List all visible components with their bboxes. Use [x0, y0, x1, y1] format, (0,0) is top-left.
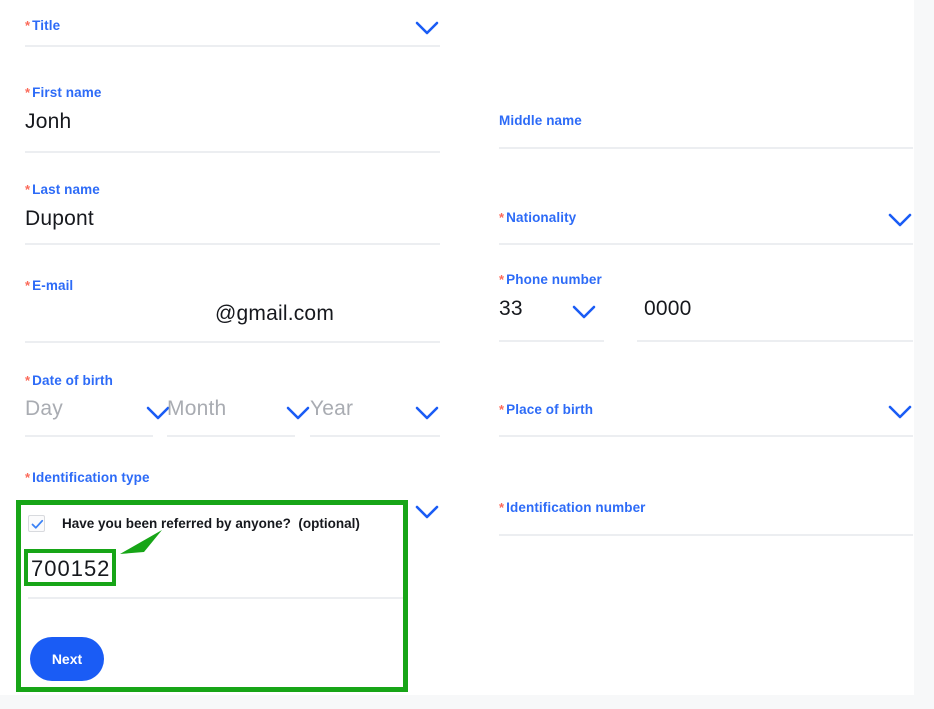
phone-country-code-underline: [499, 340, 604, 342]
field-identification-type[interactable]: *Identification type: [25, 470, 440, 520]
field-place-of-birth-label: *Place of birth: [499, 402, 593, 417]
field-email[interactable]: *E-mail @gmail.com: [25, 278, 440, 338]
field-nationality[interactable]: *Nationality: [499, 210, 913, 240]
field-phone-number-label: *Phone number: [499, 272, 602, 287]
field-date-of-birth-label: *Date of birth: [25, 373, 113, 388]
page-gutter-right: [914, 0, 934, 709]
field-last-name-label: *Last name: [25, 182, 100, 197]
phone-country-code-value[interactable]: 33: [499, 297, 523, 321]
required-marker: *: [25, 470, 30, 485]
field-first-name-label: *First name: [25, 85, 101, 100]
referral-checkbox[interactable]: [28, 515, 45, 532]
field-email-label: *E-mail: [25, 278, 73, 293]
dob-day-placeholder[interactable]: Day: [25, 397, 63, 421]
field-identification-number-underline: [499, 534, 913, 536]
field-identification-type-label: *Identification type: [25, 470, 150, 485]
referral-code-input-value[interactable]: 700152: [31, 556, 110, 582]
required-marker: *: [25, 182, 30, 197]
chevron-down-icon[interactable]: [887, 212, 913, 228]
chevron-down-icon[interactable]: [285, 405, 311, 421]
chevron-down-icon[interactable]: [414, 20, 440, 36]
field-phone-number: *Phone number 33 0000: [499, 272, 913, 332]
referral-optional-text: (optional): [298, 516, 359, 531]
field-place-of-birth-underline: [499, 435, 913, 437]
chevron-down-icon[interactable]: [887, 404, 913, 420]
field-nationality-underline: [499, 243, 913, 245]
referral-checkbox-label[interactable]: Have you been referred by anyone? (optio…: [62, 516, 360, 531]
field-first-name-value[interactable]: Jonh: [25, 110, 71, 134]
chevron-down-icon[interactable]: [414, 405, 440, 421]
required-marker: *: [499, 272, 504, 287]
field-place-of-birth[interactable]: *Place of birth: [499, 402, 913, 432]
chevron-down-icon[interactable]: [414, 504, 440, 520]
registration-form-page: *Title *First name Jonh Middle name *Las…: [0, 0, 934, 709]
required-marker: *: [25, 278, 30, 293]
field-date-of-birth: *Date of birth Day Month Year: [25, 373, 440, 433]
field-title-label: *Title: [25, 18, 60, 33]
referral-code-underline: [28, 597, 403, 599]
field-nationality-label: *Nationality: [499, 210, 576, 225]
phone-number-value[interactable]: 0000: [644, 297, 692, 321]
field-last-name[interactable]: *Last name Dupont: [25, 182, 440, 242]
referral-question-text: Have you been referred by anyone?: [62, 516, 291, 531]
field-identification-number-label: *Identification number: [499, 500, 646, 515]
field-first-name-underline: [25, 151, 440, 153]
field-identification-number[interactable]: *Identification number: [499, 500, 913, 530]
next-button[interactable]: Next: [30, 637, 104, 681]
dob-month-placeholder[interactable]: Month: [167, 397, 226, 421]
required-marker: *: [499, 402, 504, 417]
field-last-name-underline: [25, 243, 440, 245]
phone-number-underline: [637, 340, 913, 342]
chevron-down-icon[interactable]: [571, 304, 597, 320]
field-title[interactable]: *Title: [25, 18, 440, 48]
field-middle-name-label: Middle name: [499, 113, 582, 128]
required-marker: *: [25, 18, 30, 33]
check-icon: [31, 518, 44, 531]
dob-year-placeholder[interactable]: Year: [310, 397, 353, 421]
dob-day-underline: [25, 435, 153, 437]
required-marker: *: [499, 210, 504, 225]
field-title-underline: [25, 45, 440, 47]
field-middle-name[interactable]: Middle name: [499, 113, 913, 143]
page-gutter-bottom: [0, 695, 934, 709]
dob-year-underline: [310, 435, 440, 437]
dob-month-underline: [167, 435, 295, 437]
field-email-value[interactable]: @gmail.com: [215, 302, 334, 326]
required-marker: *: [499, 500, 504, 515]
field-last-name-value[interactable]: Dupont: [25, 207, 94, 231]
field-first-name[interactable]: *First name Jonh: [25, 85, 440, 145]
required-marker: *: [25, 373, 30, 388]
arrow-pointer-icon: [110, 528, 170, 565]
field-middle-name-underline: [499, 147, 913, 149]
required-marker: *: [25, 85, 30, 100]
field-email-underline: [25, 341, 440, 343]
